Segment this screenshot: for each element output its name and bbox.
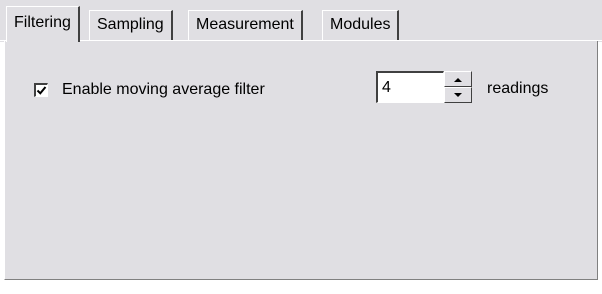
dialog-window: Filtering Sampling Measurement Modules E…	[0, 0, 602, 294]
spin-buttons	[444, 71, 472, 103]
tab-label-filtering: Filtering	[14, 14, 71, 31]
tab-filtering[interactable]: Filtering	[6, 6, 80, 42]
tab-label-modules: Modules	[330, 16, 391, 33]
tab-sampling[interactable]: Sampling	[89, 10, 173, 40]
tab-divider	[0, 40, 602, 41]
spin-down-button[interactable]	[444, 87, 472, 103]
arrow-down-icon	[454, 92, 462, 97]
readings-input[interactable]	[376, 71, 444, 103]
moving-average-option: Enable moving average filter	[34, 80, 265, 100]
filtering-panel	[4, 40, 598, 280]
spin-up-button[interactable]	[444, 71, 472, 87]
check-icon	[36, 86, 47, 95]
tab-measurement[interactable]: Measurement	[188, 10, 303, 40]
tab-modules[interactable]: Modules	[322, 10, 400, 40]
tab-label-measurement: Measurement	[196, 16, 294, 33]
readings-spinner	[376, 71, 472, 103]
tab-label-sampling: Sampling	[97, 16, 164, 33]
enable-moving-average-checkbox[interactable]	[34, 83, 48, 97]
tab-strip: Filtering Sampling Measurement Modules	[0, 0, 602, 42]
enable-moving-average-label[interactable]: Enable moving average filter	[62, 81, 265, 99]
readings-unit-label: readings	[487, 80, 549, 97]
arrow-up-icon	[454, 77, 462, 82]
